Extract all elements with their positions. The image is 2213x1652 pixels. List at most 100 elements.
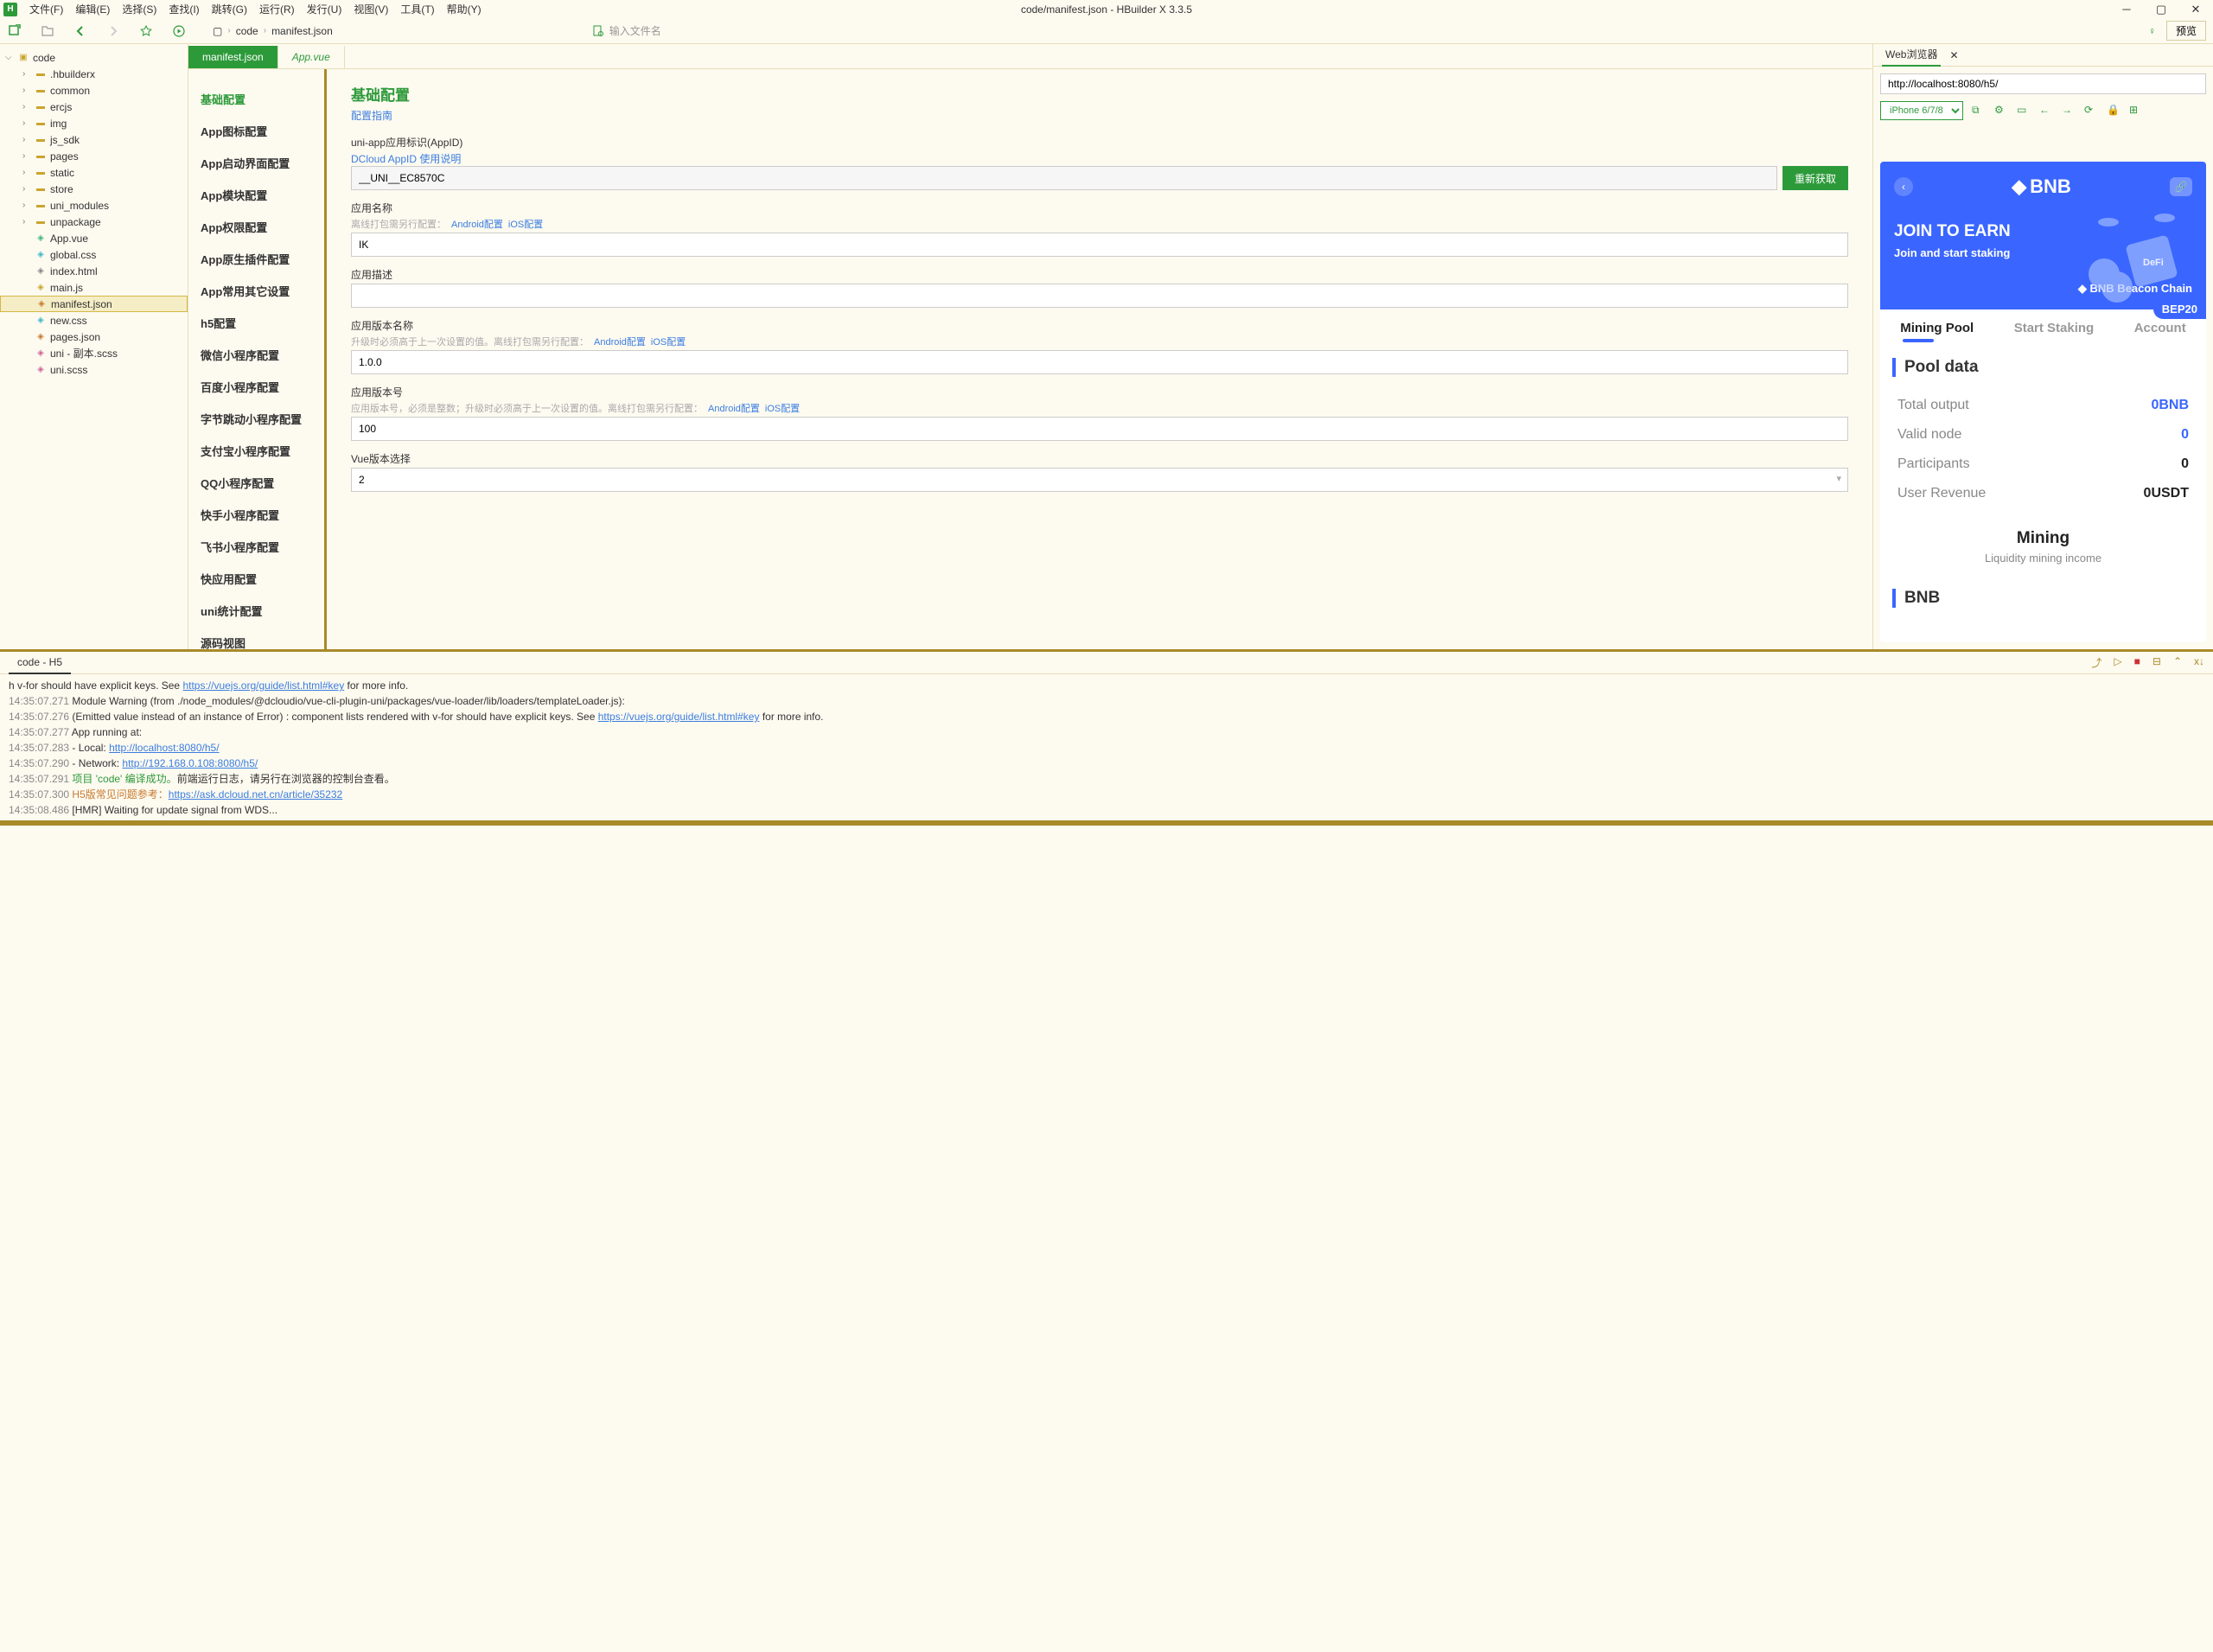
tree-folder[interactable]: ›▬ercjs xyxy=(0,99,188,115)
menu-item[interactable]: 选择(S) xyxy=(117,0,162,18)
tree-folder[interactable]: ›▬uni_modules xyxy=(0,197,188,214)
menu-item[interactable]: 视图(V) xyxy=(348,0,393,18)
console-link[interactable]: http://192.168.0.108:8080/h5/ xyxy=(122,757,258,769)
star-icon[interactable] xyxy=(138,23,154,39)
preview-close-icon[interactable]: ✕ xyxy=(1949,49,1958,61)
ios-config-link[interactable]: iOS配置 xyxy=(508,220,543,230)
menu-item[interactable]: 发行(U) xyxy=(302,0,348,18)
appid-help-link[interactable]: DCloud AppID 使用说明 xyxy=(351,151,461,166)
manifest-nav-item[interactable]: 基础配置 xyxy=(201,83,324,115)
back-icon[interactable]: ‹ xyxy=(1894,177,1913,196)
tree-folder[interactable]: ›▬common xyxy=(0,82,188,99)
ios-config-link[interactable]: iOS配置 xyxy=(651,337,686,348)
device-select[interactable]: iPhone 6/7/8 xyxy=(1880,101,1963,120)
preview-tab[interactable]: Web浏览器 xyxy=(1882,44,1941,67)
reload-icon[interactable]: ⟳ xyxy=(2084,104,2098,118)
preview-url-input[interactable] xyxy=(1880,73,2206,94)
menu-item[interactable]: 跳转(G) xyxy=(207,0,252,18)
maximize-button[interactable]: ▢ xyxy=(2144,1,2178,18)
nav-back-icon[interactable]: ← xyxy=(2039,104,2053,118)
tree-file[interactable]: ◈main.js xyxy=(0,279,188,296)
phone-tab[interactable]: Start Staking xyxy=(2014,321,2095,335)
tree-folder[interactable]: ›▬js_sdk xyxy=(0,131,188,148)
appname-input[interactable] xyxy=(351,233,1848,257)
manifest-nav-item[interactable]: 百度小程序配置 xyxy=(201,371,324,403)
tree-folder[interactable]: ›▬store xyxy=(0,181,188,197)
editor-tab[interactable]: manifest.json xyxy=(188,46,278,68)
tree-file[interactable]: ◈uni - 副本.scss xyxy=(0,345,188,361)
qr-icon[interactable]: ⊞ xyxy=(2129,104,2143,118)
manifest-nav-item[interactable]: App图标配置 xyxy=(201,115,324,147)
console-clear-icon[interactable]: ⊟ xyxy=(2152,655,2161,670)
console-link[interactable]: https://ask.dcloud.net.cn/article/35232 xyxy=(169,788,342,800)
reacquire-button[interactable]: 重新获取 xyxy=(1783,166,1848,190)
menu-item[interactable]: 帮助(Y) xyxy=(442,0,487,18)
manifest-nav-item[interactable]: 快应用配置 xyxy=(201,563,324,595)
manifest-nav-item[interactable]: 字节跳动小程序配置 xyxy=(201,403,324,435)
appid-input[interactable] xyxy=(351,166,1777,190)
tree-file[interactable]: ◈pages.json xyxy=(0,328,188,345)
new-window-icon[interactable] xyxy=(7,23,22,39)
manifest-nav-item[interactable]: QQ小程序配置 xyxy=(201,467,324,499)
preview-button[interactable]: 预览 xyxy=(2166,21,2206,41)
menu-item[interactable]: 编辑(E) xyxy=(70,0,115,18)
breadcrumb-item[interactable]: manifest.json xyxy=(271,25,333,37)
open-file-icon[interactable] xyxy=(40,23,55,39)
manifest-nav-item[interactable]: 源码视图 xyxy=(201,627,324,649)
console-run-icon[interactable]: ▷ xyxy=(2114,655,2121,670)
console-link[interactable]: https://vuejs.org/guide/list.html#key xyxy=(598,711,760,723)
menu-item[interactable]: 运行(R) xyxy=(254,0,300,18)
tree-file[interactable]: ◈index.html xyxy=(0,263,188,279)
tree-folder[interactable]: ›▬img xyxy=(0,115,188,131)
console-close-icon[interactable]: x↓ xyxy=(2194,655,2204,670)
tree-folder[interactable]: ›▬unpackage xyxy=(0,214,188,230)
manifest-nav-item[interactable]: App常用其它设置 xyxy=(201,275,324,307)
open-external-icon[interactable]: ⧉ xyxy=(1972,104,1986,118)
run-icon[interactable] xyxy=(171,23,187,39)
phone-tab[interactable]: Mining Pool xyxy=(1900,321,1974,335)
tree-file[interactable]: ◈new.css xyxy=(0,312,188,328)
tree-folder[interactable]: ›▬.hbuilderx xyxy=(0,66,188,82)
console-link[interactable]: http://localhost:8080/h5/ xyxy=(109,742,219,754)
console-stop-icon[interactable]: ■ xyxy=(2134,655,2140,670)
console-tab[interactable]: code - H5 xyxy=(9,652,71,674)
vue-version-select[interactable] xyxy=(351,468,1848,492)
manifest-nav-item[interactable]: App启动界面配置 xyxy=(201,147,324,179)
lock-icon[interactable]: 🔒 xyxy=(2107,104,2121,118)
manifest-nav-item[interactable]: App模块配置 xyxy=(201,179,324,211)
nav-forward-icon[interactable] xyxy=(105,23,121,39)
vercode-input[interactable] xyxy=(351,417,1848,441)
manifest-nav-item[interactable]: 飞书小程序配置 xyxy=(201,531,324,563)
screenshot-icon[interactable]: ▭ xyxy=(2017,104,2031,118)
tree-root[interactable]: ⌵▣code xyxy=(0,49,188,66)
tree-folder[interactable]: ›▬pages xyxy=(0,148,188,164)
manifest-nav-item[interactable]: h5配置 xyxy=(201,307,324,339)
nav-forward-icon[interactable]: → xyxy=(2062,104,2076,118)
ios-config-link[interactable]: iOS配置 xyxy=(765,404,800,414)
android-config-link[interactable]: Android配置 xyxy=(594,337,646,348)
phone-tab[interactable]: Account xyxy=(2134,321,2186,335)
manifest-nav-item[interactable]: 微信小程序配置 xyxy=(201,339,324,371)
breadcrumb-item[interactable]: code xyxy=(236,25,258,37)
tree-file[interactable]: ◈global.css xyxy=(0,246,188,263)
manifest-nav-item[interactable]: 支付宝小程序配置 xyxy=(201,435,324,467)
minimize-button[interactable]: ─ xyxy=(2109,1,2144,18)
tree-file[interactable]: ◈App.vue xyxy=(0,230,188,246)
tree-file[interactable]: ◈uni.scss xyxy=(0,361,188,378)
android-config-link[interactable]: Android配置 xyxy=(451,220,503,230)
android-config-link[interactable]: Android配置 xyxy=(708,404,760,414)
console-link[interactable]: https://vuejs.org/guide/list.html#key xyxy=(182,679,344,692)
console-collapse-icon[interactable]: ⌃ xyxy=(2173,655,2182,670)
search-file-input[interactable]: 输入文件名 xyxy=(592,23,2131,38)
devtools-icon[interactable]: ⚙ xyxy=(1994,104,2008,118)
desc-input[interactable] xyxy=(351,284,1848,308)
manifest-nav-item[interactable]: 快手小程序配置 xyxy=(201,499,324,531)
close-button[interactable]: ✕ xyxy=(2178,1,2213,18)
config-guide-link[interactable]: 配置指南 xyxy=(351,108,392,123)
nav-back-icon[interactable] xyxy=(73,23,88,39)
console-output[interactable]: h v-for should have explicit keys. See h… xyxy=(0,674,2213,820)
vername-input[interactable] xyxy=(351,350,1848,374)
manifest-nav-item[interactable]: App原生插件配置 xyxy=(201,243,324,275)
tree-folder[interactable]: ›▬static xyxy=(0,164,188,181)
editor-tab[interactable]: App.vue xyxy=(278,46,345,68)
